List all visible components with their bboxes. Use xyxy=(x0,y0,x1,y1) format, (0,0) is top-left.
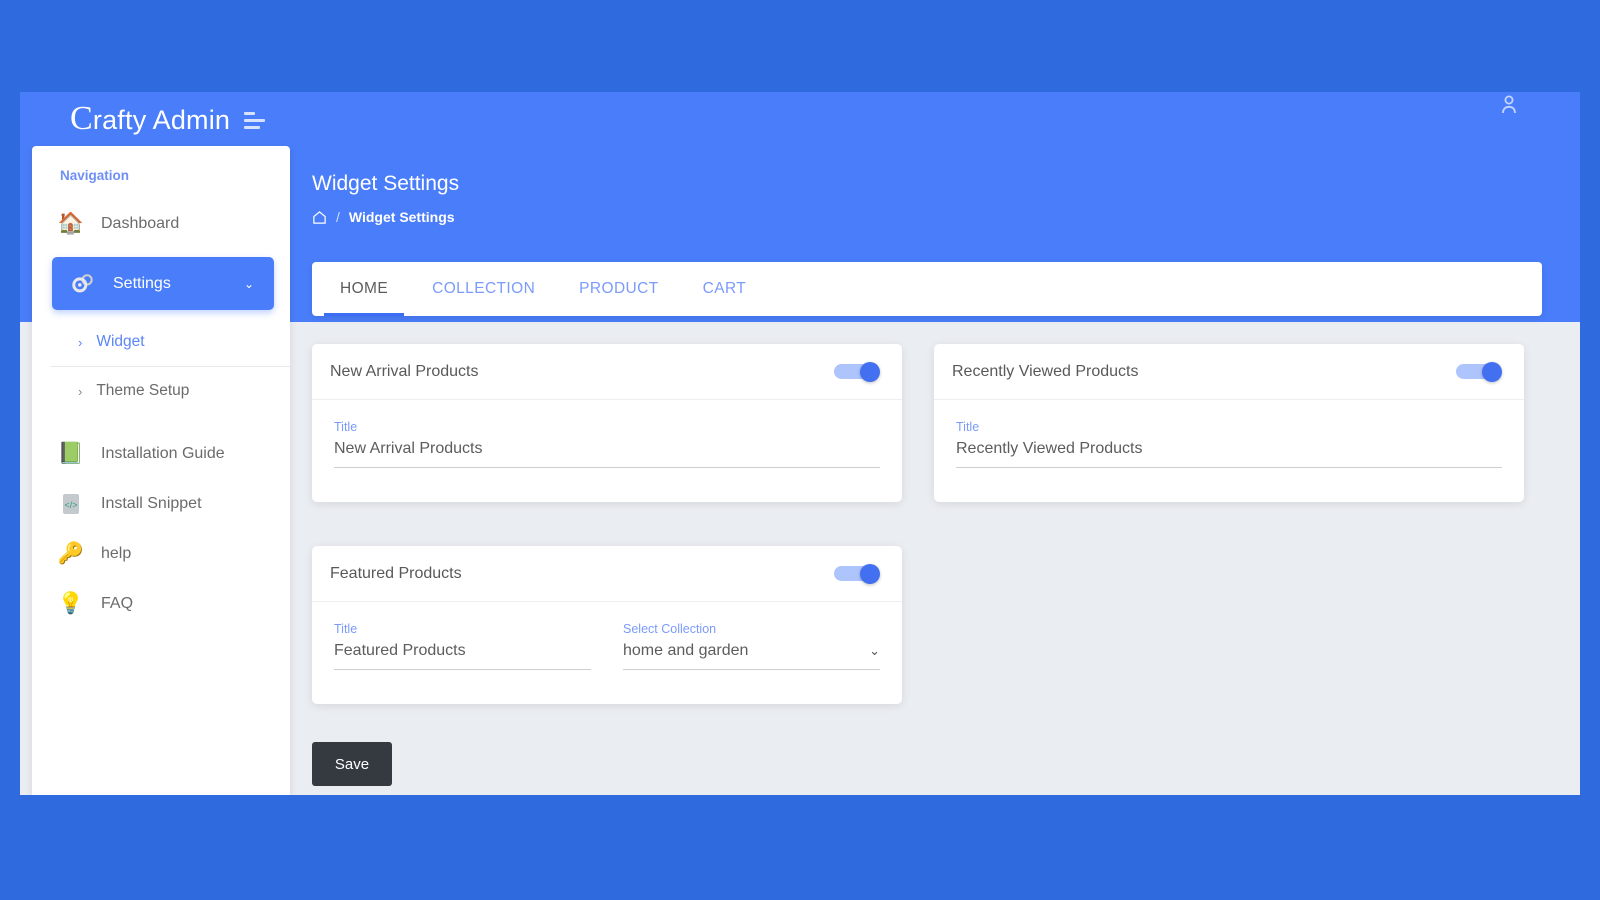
toggle-knob xyxy=(1482,361,1502,382)
brand-name: rafty Admin xyxy=(92,105,231,135)
widget-enable-toggle[interactable] xyxy=(834,563,880,584)
hamburger-line xyxy=(244,119,266,122)
widget-card-title: Featured Products xyxy=(330,564,462,582)
sidebar: Navigation 🏠 Dashboard Settings ⌄ › Widg… xyxy=(32,146,290,795)
sidebar-subitem-label: Widget xyxy=(96,333,145,350)
title-input[interactable]: New Arrival Products xyxy=(334,440,880,468)
tab-bar: HOME COLLECTION PRODUCT CART xyxy=(312,262,1542,316)
field-label: Title xyxy=(334,420,358,434)
widget-card-body: Title Recently Viewed Products xyxy=(934,400,1524,502)
collection-select[interactable]: home and garden ⌄ xyxy=(623,642,880,670)
sidebar-item-label: FAQ xyxy=(101,595,134,612)
field-label: Title xyxy=(334,622,358,636)
widget-card-header: Featured Products xyxy=(312,546,902,602)
hamburger-icon[interactable] xyxy=(244,109,266,129)
field-title: Title Featured Products xyxy=(334,622,591,670)
sidebar-item-label: Settings xyxy=(113,274,171,292)
toggle-knob xyxy=(860,361,880,382)
main-content: HOME COLLECTION PRODUCT CART New Arrival… xyxy=(290,92,1580,795)
widget-column-left: New Arrival Products Title New Arrival P… xyxy=(312,344,902,786)
sidebar-item-install-snippet[interactable]: </> Install Snippet xyxy=(32,479,290,529)
gears-icon xyxy=(70,271,96,297)
collection-select-value: home and garden xyxy=(623,642,749,659)
widget-column-right: Recently Viewed Products Title Recently … xyxy=(934,344,1524,786)
sidebar-item-label: Installation Guide xyxy=(101,445,225,462)
sidebar-item-label: Dashboard xyxy=(101,215,180,232)
chevron-right-icon: › xyxy=(78,334,83,350)
title-input[interactable]: Recently Viewed Products xyxy=(956,440,1502,468)
widget-card-header: Recently Viewed Products xyxy=(934,344,1524,400)
widget-card-body: Title Featured Products Select Collectio… xyxy=(312,602,902,704)
widget-card-new-arrival-products: New Arrival Products Title New Arrival P… xyxy=(312,344,902,502)
lightbulb-icon: 💡 xyxy=(57,592,85,615)
sidebar-item-label: help xyxy=(101,545,132,562)
book-icon: 📗 xyxy=(57,442,85,465)
field-title: Title Recently Viewed Products xyxy=(956,420,1502,468)
widget-cards-area: New Arrival Products Title New Arrival P… xyxy=(312,344,1544,786)
sidebar-item-dashboard[interactable]: 🏠 Dashboard xyxy=(32,199,290,249)
brand-initial: C xyxy=(70,100,93,137)
svg-text:</>: </> xyxy=(64,500,77,510)
widget-card-title: Recently Viewed Products xyxy=(952,362,1139,380)
app-frame: Crafty Admin Widget Settings / Widget Se… xyxy=(20,92,1580,795)
sidebar-subitem-widget[interactable]: › Widget xyxy=(32,318,290,366)
chevron-down-icon: ⌄ xyxy=(869,643,880,658)
widget-card-header: New Arrival Products xyxy=(312,344,902,400)
widget-card-recently-viewed-products: Recently Viewed Products Title Recently … xyxy=(934,344,1524,502)
toggle-knob xyxy=(860,563,880,584)
field-title: Title New Arrival Products xyxy=(334,420,880,468)
key-icon: 🔑 xyxy=(57,542,85,565)
sidebar-subitem-label: Theme Setup xyxy=(96,382,190,399)
widget-enable-toggle[interactable] xyxy=(834,361,880,382)
sidebar-item-faq[interactable]: 💡 FAQ xyxy=(32,579,290,629)
brand: Crafty Admin xyxy=(70,100,266,138)
title-input[interactable]: Featured Products xyxy=(334,642,591,670)
field-select-collection: Select Collection home and garden ⌄ xyxy=(623,622,880,670)
code-file-icon: </> xyxy=(58,491,84,517)
widget-enable-toggle[interactable] xyxy=(1456,361,1502,382)
widget-card-title: New Arrival Products xyxy=(330,362,479,380)
hamburger-line xyxy=(244,126,261,129)
tab-home[interactable]: HOME xyxy=(318,262,410,316)
widget-card-body: Title New Arrival Products xyxy=(312,400,902,502)
field-label: Select Collection xyxy=(623,622,717,636)
hamburger-line xyxy=(244,112,256,115)
field-label: Title xyxy=(956,420,980,434)
sidebar-item-help[interactable]: 🔑 help xyxy=(32,529,290,579)
chevron-right-icon: › xyxy=(78,383,83,399)
sidebar-item-label: Install Snippet xyxy=(101,495,202,512)
tab-cart[interactable]: CART xyxy=(681,262,769,316)
save-button[interactable]: Save xyxy=(312,742,392,786)
widget-row: New Arrival Products Title New Arrival P… xyxy=(312,344,1544,786)
sidebar-item-installation-guide[interactable]: 📗 Installation Guide xyxy=(32,429,290,479)
sidebar-subitem-theme-setup[interactable]: › Theme Setup xyxy=(32,367,290,415)
sidebar-item-settings[interactable]: Settings ⌄ xyxy=(52,257,274,310)
brand-title: Crafty Admin xyxy=(70,100,230,138)
tab-product[interactable]: PRODUCT xyxy=(557,262,680,316)
house-icon: 🏠 xyxy=(57,212,85,235)
chevron-down-icon: ⌄ xyxy=(243,276,254,291)
widget-card-featured-products: Featured Products Title Featured Product… xyxy=(312,546,902,704)
sidebar-heading: Navigation xyxy=(60,168,130,183)
tab-collection[interactable]: COLLECTION xyxy=(410,262,557,316)
